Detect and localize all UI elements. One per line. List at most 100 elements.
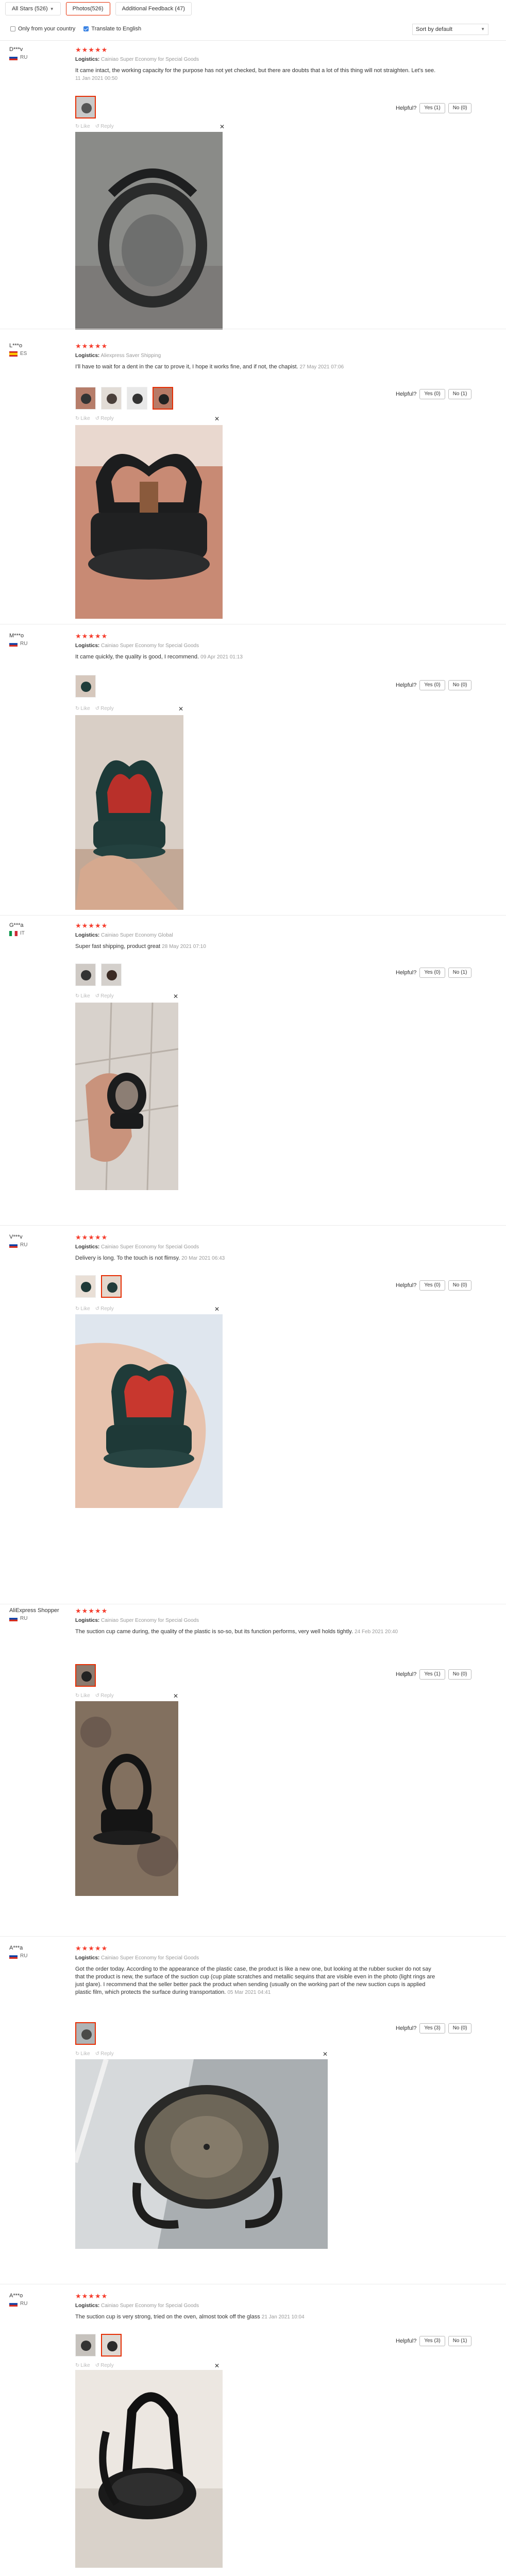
- logistics-info: Logistics: Aliexpress Saver Shipping: [75, 353, 161, 359]
- close-icon[interactable]: ✕: [214, 415, 220, 422]
- no-button[interactable]: No (1): [448, 389, 472, 399]
- like-button[interactable]: ↻ Like: [75, 1693, 90, 1699]
- review-text: I'll have to wait for a dent in the car …: [75, 364, 344, 370]
- helpful-label: Helpful?: [396, 105, 417, 111]
- review-item: V***v RU ★★★★★ Logistics: Cainiao Super …: [0, 1234, 506, 1605]
- like-reply-bar: ↻ Like ↺ Reply ✕: [75, 1692, 178, 1700]
- helpful-label: Helpful?: [396, 1671, 417, 1677]
- photo-thumbnail[interactable]: [75, 1664, 96, 1687]
- yes-button[interactable]: Yes (3): [419, 2336, 445, 2346]
- yes-button[interactable]: Yes (0): [419, 1280, 445, 1291]
- logistics-info: Logistics: Cainiao Super Economy for Spe…: [75, 57, 199, 62]
- photos-tab[interactable]: Photos(526): [65, 2, 110, 15]
- helpful-label: Helpful?: [396, 2338, 417, 2344]
- rating-stars: ★★★★★: [75, 1233, 108, 1241]
- logistics-info: Logistics: Cainiao Super Economy for Spe…: [75, 1955, 199, 1961]
- close-icon[interactable]: ✕: [173, 1692, 178, 1700]
- reply-button[interactable]: ↺ Reply: [95, 2051, 114, 2057]
- photo-thumbnails: [75, 1664, 96, 1687]
- review-text: The suction cup is very strong, tried on…: [75, 2314, 305, 2320]
- reviewer-country: RU: [9, 55, 27, 60]
- review-date: 27 May 2021 07:06: [299, 364, 344, 370]
- sort-select[interactable]: Sort by default ▼: [412, 24, 488, 35]
- review-item: A***a RU ★★★★★ Logistics: Cainiao Super …: [0, 1945, 506, 2285]
- like-button[interactable]: ↻ Like: [75, 706, 90, 711]
- helpful-vote: Helpful? Yes (0) No (0): [396, 1280, 472, 1291]
- flag-ru-icon: [9, 2301, 18, 2307]
- helpful-label: Helpful?: [396, 391, 417, 397]
- only-country-label: Only from your country: [18, 26, 76, 32]
- no-button[interactable]: No (0): [448, 1669, 472, 1680]
- review-date: 28 May 2021 07:10: [162, 944, 206, 950]
- photo-thumbnail[interactable]: [75, 2022, 96, 2045]
- reply-button[interactable]: ↺ Reply: [95, 2363, 114, 2368]
- reply-button[interactable]: ↺ Reply: [95, 1306, 114, 1312]
- close-icon[interactable]: ✕: [323, 2050, 328, 2058]
- photo-thumbnail[interactable]: [75, 96, 96, 118]
- like-button[interactable]: ↻ Like: [75, 2363, 90, 2368]
- photo-thumbnail[interactable]: [75, 675, 96, 698]
- no-button[interactable]: No (0): [448, 1280, 472, 1291]
- only-country-option[interactable]: Only from your country: [10, 26, 75, 32]
- yes-button[interactable]: Yes (0): [419, 389, 445, 399]
- logistics-info: Logistics: Cainiao Super Economy for Spe…: [75, 1618, 199, 1623]
- all-stars-dropdown[interactable]: All Stars (526) ▼: [5, 2, 61, 15]
- review-photo: [75, 2370, 223, 2568]
- close-icon[interactable]: ✕: [173, 993, 178, 1000]
- no-button[interactable]: No (0): [448, 680, 472, 690]
- reviewer-country: RU: [9, 641, 27, 647]
- translate-checkbox[interactable]: [83, 26, 89, 31]
- reply-button[interactable]: ↺ Reply: [95, 416, 114, 421]
- only-country-checkbox[interactable]: [10, 26, 15, 31]
- chevron-down-icon: ▼: [49, 7, 54, 11]
- photo-thumbnail[interactable]: [101, 1275, 122, 1298]
- like-reply-bar: ↻ Like ↺ Reply ✕: [75, 415, 220, 422]
- like-button[interactable]: ↻ Like: [75, 1306, 90, 1312]
- reply-button[interactable]: ↺ Reply: [95, 124, 114, 129]
- close-icon[interactable]: ✕: [220, 123, 225, 130]
- photo-thumbnails: [75, 96, 96, 118]
- no-button[interactable]: No (1): [448, 968, 472, 978]
- rating-stars: ★★★★★: [75, 632, 108, 640]
- reviewer-name: L***o: [9, 343, 23, 349]
- logistics-info: Logistics: Cainiao Super Economy for Spe…: [75, 1244, 199, 1250]
- photo-thumbnail[interactable]: [75, 963, 96, 986]
- yes-button[interactable]: Yes (0): [419, 680, 445, 690]
- no-button[interactable]: No (0): [448, 103, 472, 113]
- reply-button[interactable]: ↺ Reply: [95, 706, 114, 711]
- photo-thumbnail[interactable]: [101, 963, 122, 986]
- no-button[interactable]: No (1): [448, 2336, 472, 2346]
- additional-feedback-tab[interactable]: Additional Feedback (47): [115, 2, 192, 15]
- helpful-vote: Helpful? Yes (0) No (0): [396, 680, 472, 690]
- review-item: M***o RU ★★★★★ Logistics: Cainiao Super …: [0, 633, 506, 916]
- like-reply-bar: ↻ Like ↺ Reply ✕: [75, 123, 225, 130]
- filter-tabs: All Stars (526) ▼ Photos(526) Additional …: [5, 2, 192, 15]
- yes-button[interactable]: Yes (3): [419, 2023, 445, 2033]
- no-button[interactable]: No (0): [448, 2023, 472, 2033]
- photo-thumbnail[interactable]: [101, 387, 122, 410]
- photo-thumbnail[interactable]: [127, 387, 147, 410]
- like-button[interactable]: ↻ Like: [75, 2051, 90, 2057]
- photo-thumbnail[interactable]: [75, 2334, 96, 2357]
- yes-button[interactable]: Yes (1): [419, 103, 445, 113]
- close-icon[interactable]: ✕: [178, 705, 183, 713]
- like-button[interactable]: ↻ Like: [75, 124, 90, 129]
- photo-thumbnail[interactable]: [101, 2334, 122, 2357]
- yes-button[interactable]: Yes (1): [419, 1669, 445, 1680]
- yes-button[interactable]: Yes (0): [419, 968, 445, 978]
- review-text: It came quickly, the quality is good, I …: [75, 654, 243, 660]
- photo-thumbnails: [75, 387, 173, 410]
- photo-thumbnails: [75, 2334, 122, 2357]
- photo-thumbnail[interactable]: [153, 387, 173, 410]
- like-button[interactable]: ↻ Like: [75, 993, 90, 999]
- reply-button[interactable]: ↺ Reply: [95, 993, 114, 999]
- review-item: L***o ES ★★★★★ Logistics: Aliexpress Sav…: [0, 343, 506, 626]
- close-icon[interactable]: ✕: [214, 1306, 220, 1313]
- translate-option[interactable]: Translate to English: [83, 26, 141, 32]
- close-icon[interactable]: ✕: [214, 2362, 220, 2369]
- photo-thumbnail[interactable]: [75, 1275, 96, 1298]
- like-button[interactable]: ↻ Like: [75, 416, 90, 421]
- photo-thumbnail[interactable]: [75, 387, 96, 410]
- reply-button[interactable]: ↺ Reply: [95, 1693, 114, 1699]
- rating-stars: ★★★★★: [75, 1944, 108, 1952]
